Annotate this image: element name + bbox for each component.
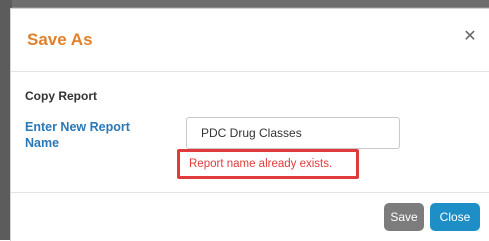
dialog-header: Save As ✕ [11, 9, 489, 72]
close-button[interactable]: Close [430, 203, 480, 231]
close-icon[interactable]: ✕ [462, 28, 478, 46]
section-title: Copy Report [25, 89, 97, 103]
dialog-title: Save As [27, 30, 93, 49]
backdrop-top-edge [0, 0, 489, 7]
error-message: Report name already exists. [189, 158, 333, 170]
error-message-box: Report name already exists. [177, 149, 359, 179]
save-as-dialog: Save As ✕ Copy Report Enter New Report N… [10, 8, 489, 241]
report-name-input[interactable] [186, 117, 400, 149]
report-name-label: Enter New Report Name [25, 120, 130, 150]
save-button[interactable]: Save [384, 203, 424, 231]
footer-divider [11, 192, 489, 193]
